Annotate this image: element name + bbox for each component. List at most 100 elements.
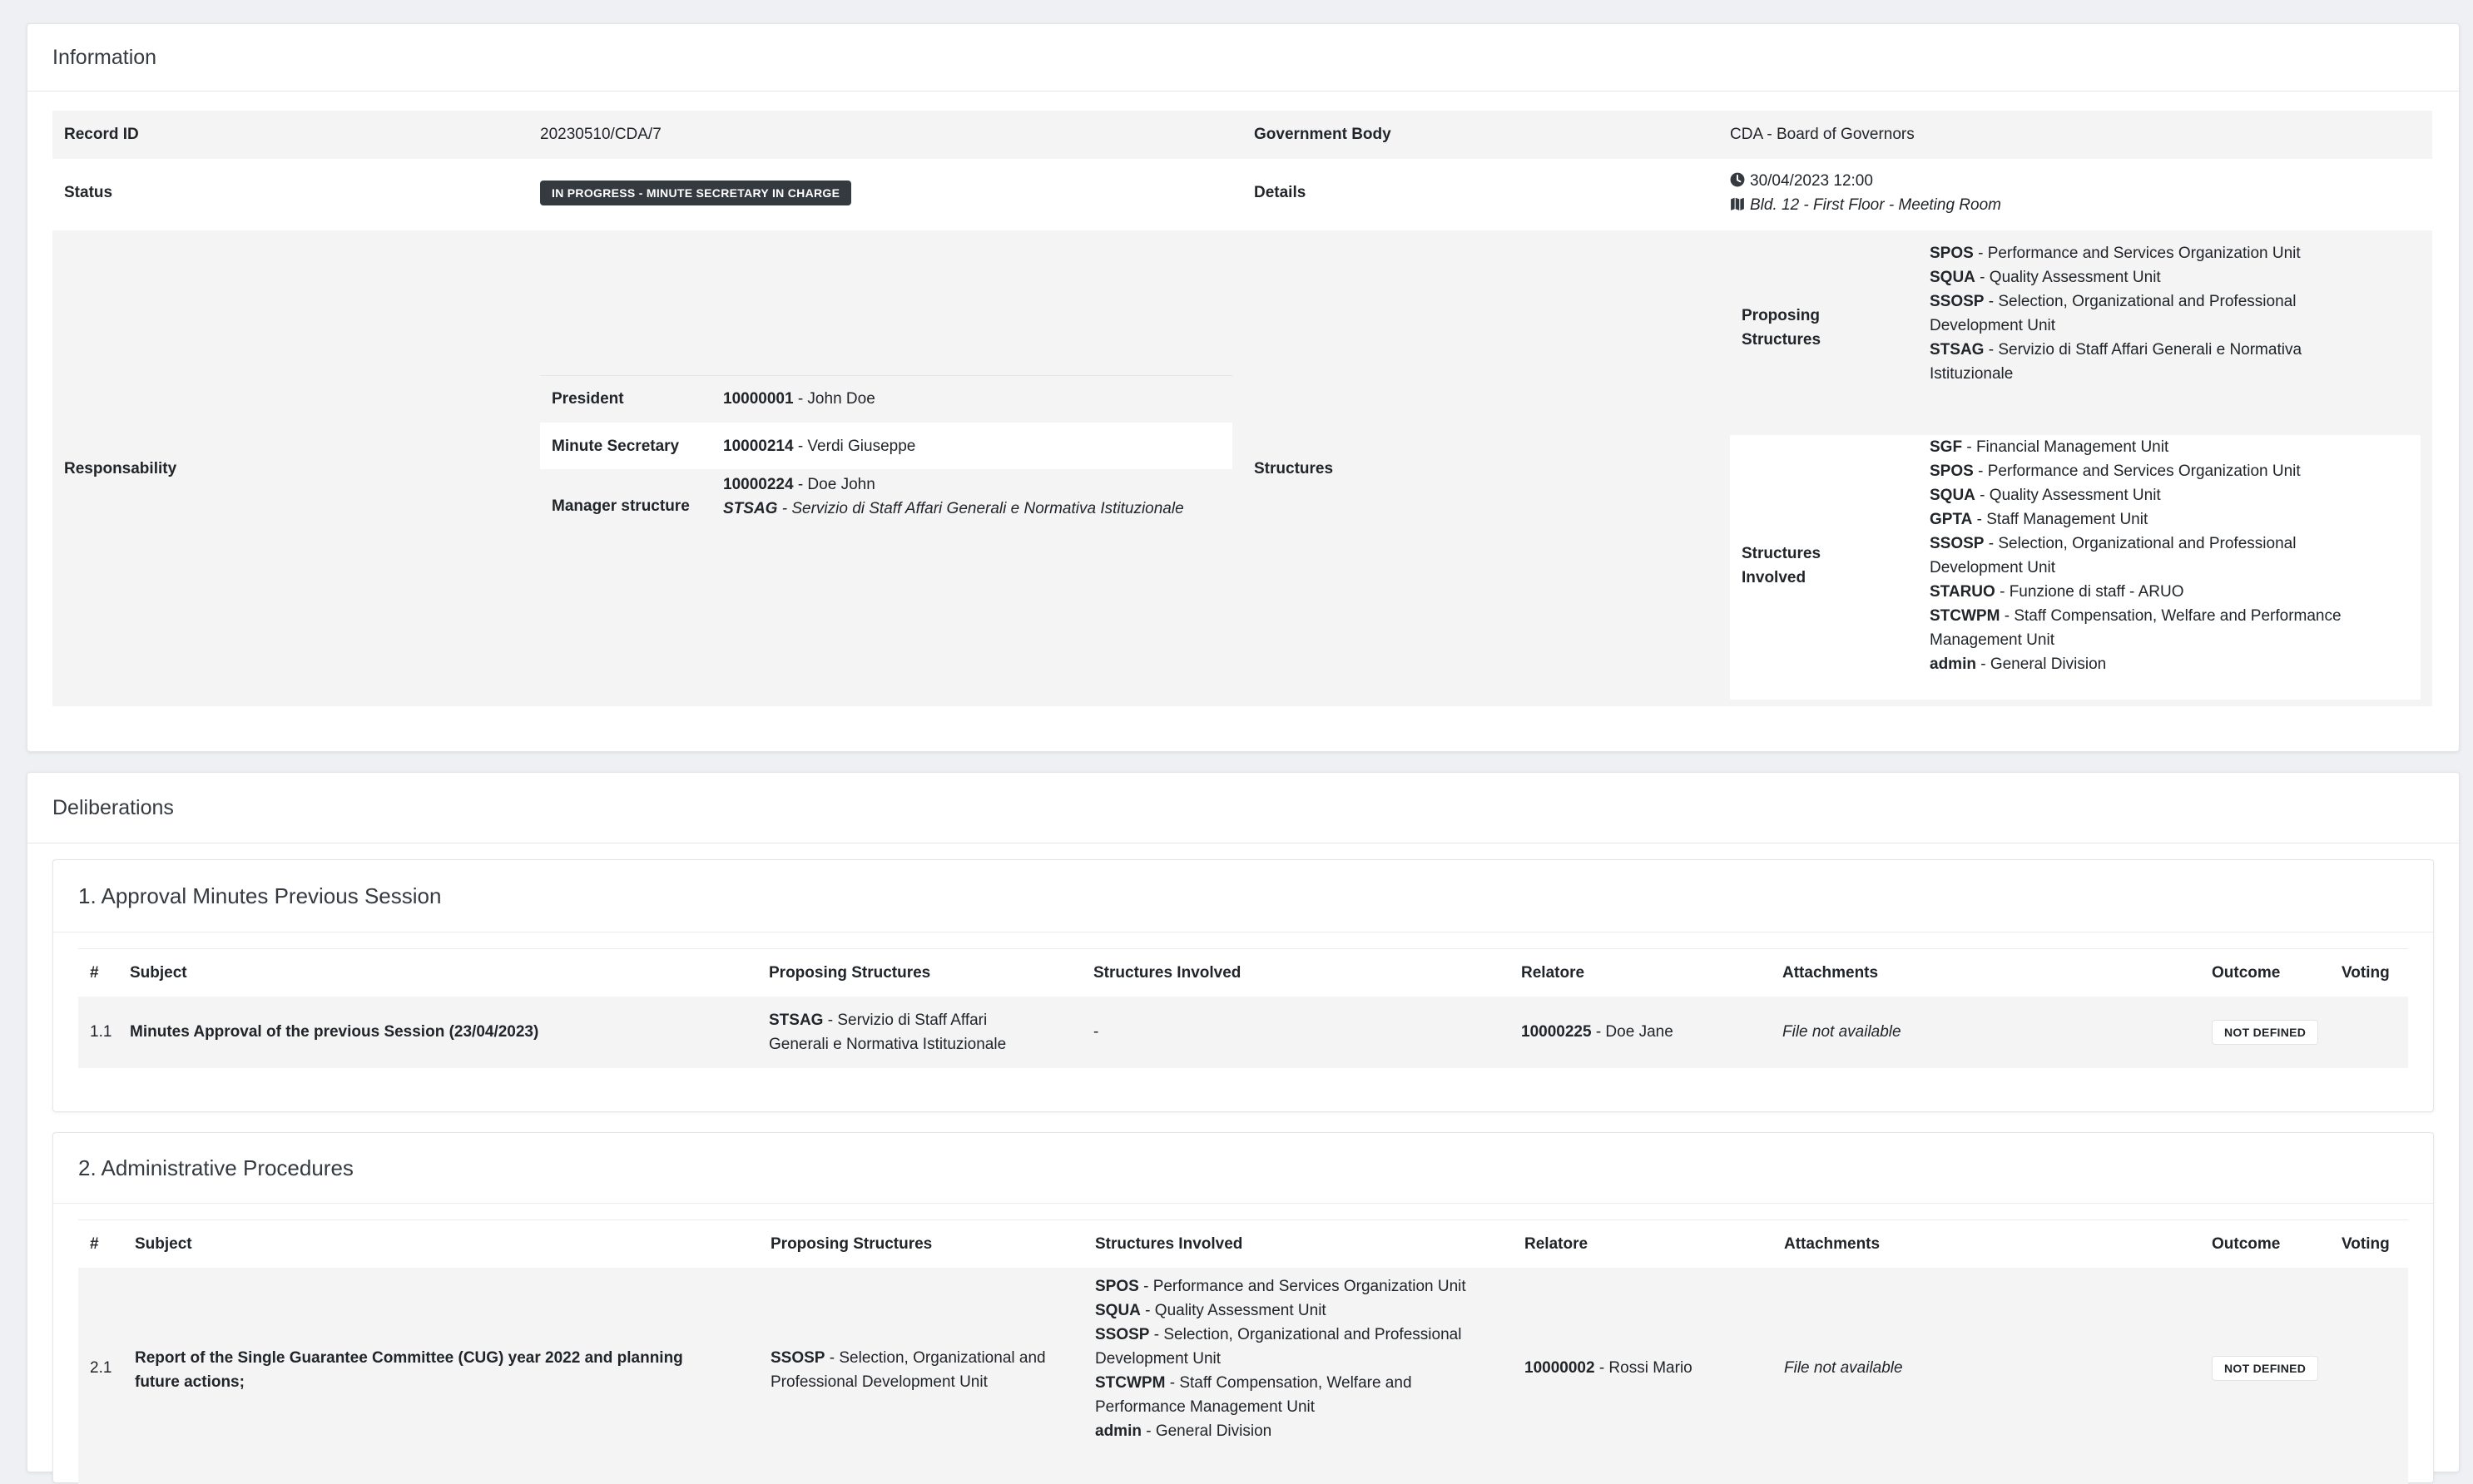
manager-code: 10000224 <box>723 476 794 493</box>
proposing-label: Proposing Structures <box>1742 304 1821 352</box>
struct-code: SQUA <box>1930 487 1975 504</box>
col-involved: Structures Involved <box>1095 1235 1243 1253</box>
manager-label: Manager structure <box>552 497 690 515</box>
struct-code: admin <box>1095 1422 1142 1440</box>
deliberation-section-1: 1. Approval Minutes Previous Session # S… <box>52 859 2434 1112</box>
details-label: Details <box>1254 184 1306 201</box>
struct-name: - Staff Management Unit <box>1972 511 2148 528</box>
deliberations-header: Deliberations <box>27 773 2459 843</box>
list-item: SGF - Financial Management Unit <box>1930 435 2342 459</box>
record-id-row <box>52 111 2432 159</box>
secretary-value: 10000214 - Verdi Giuseppe <box>723 438 915 456</box>
list-item: SSOSP - Selection, Organizational and Pr… <box>1930 532 2342 556</box>
list-item-cont: Management Unit <box>1930 631 2054 649</box>
struct-code: admin <box>1930 655 1976 673</box>
president-row <box>540 376 1232 423</box>
struct-code: SPOS <box>1095 1278 1139 1295</box>
col-involved: Structures Involved <box>1093 964 1241 982</box>
col-proposing: Proposing Structures <box>769 964 931 982</box>
proposing-label-l2: Structures <box>1742 331 1821 349</box>
proposing-label-l1: Proposing <box>1742 307 1820 324</box>
row-involved: SPOS - Performance and Services Organiza… <box>1095 1274 1466 1443</box>
outcome-badge: NOT DEFINED <box>2212 1356 2319 1381</box>
row-relatore-code: 10000225 <box>1521 1023 1592 1041</box>
row-proposing-l1: - Servizio di Staff Affari <box>823 1012 988 1029</box>
struct-name: - Selection, Organizational and Professi… <box>1149 1326 1462 1343</box>
struct-code: SGF <box>1930 438 1963 456</box>
president-code: 10000001 <box>723 390 794 408</box>
row-attachments: File not available <box>1784 1359 1903 1377</box>
struct-code: SQUA <box>1930 269 1975 286</box>
list-item: STCWPM - Staff Compensation, Welfare and <box>1095 1371 1466 1395</box>
information-card: Information Record ID 20230510/CDA/7 Gov… <box>27 23 2460 752</box>
row-subject: Minutes Approval of the previous Session… <box>130 1023 539 1041</box>
list-item: STCWPM - Staff Compensation, Welfare and… <box>1930 604 2342 628</box>
row-subject-l2: future actions; <box>135 1373 245 1391</box>
row-proposing-l2: Generali e Normativa Istituzionale <box>769 1036 1007 1053</box>
table-row[interactable]: 2.1 Report of the Single Guarantee Commi… <box>78 1268 2408 1484</box>
col-outcome: Outcome <box>2212 964 2281 982</box>
structures-table: Proposing Structures SPOS - Performance … <box>1730 239 2421 700</box>
status-label: Status <box>64 184 113 201</box>
row-attachments: File not available <box>1782 1023 1901 1041</box>
list-item-cont: Development Unit <box>1095 1350 1222 1368</box>
information-header: Information <box>27 24 2459 92</box>
row-involved: - <box>1093 1023 1099 1041</box>
col-voting: Voting <box>2342 1235 2390 1253</box>
list-item: SQUA - Quality Assessment Unit <box>1930 265 2302 289</box>
secretary-code: 10000214 <box>723 438 794 455</box>
col-voting: Voting <box>2342 964 2390 982</box>
col-attachments: Attachments <box>1782 964 1879 982</box>
struct-code: GPTA <box>1930 511 1973 528</box>
deliberation-section-2: 2. Administrative Procedures # Subject P… <box>52 1132 2434 1484</box>
row-subject-l1: Report of the Single Guarantee Committee… <box>135 1349 683 1367</box>
row-outcome: NOT DEFINED <box>2212 1020 2319 1045</box>
section-title: 1. Approval Minutes Previous Session <box>53 860 2433 932</box>
row-num: 1.1 <box>90 1023 112 1041</box>
list-item: SPOS - Performance and Services Organiza… <box>1930 459 2342 483</box>
row-relatore-name: - Rossi Mario <box>1594 1359 1692 1377</box>
row-relatore: 10000002 - Rossi Mario <box>1524 1359 1692 1378</box>
details-datetime: 30/04/2023 12:00 <box>1730 169 1873 193</box>
col-subject: Subject <box>135 1235 192 1253</box>
row-num: 2.1 <box>90 1359 112 1377</box>
record-id-value: 20230510/CDA/7 <box>540 126 662 143</box>
struct-name: - Performance and Services Organization … <box>1973 245 2301 262</box>
outcome-badge: NOT DEFINED <box>2212 1020 2319 1045</box>
list-item-cont: Development Unit <box>1930 317 2056 334</box>
struct-name: - General Division <box>1975 655 2107 673</box>
list-item-cont: Development Unit <box>1930 559 2056 576</box>
involved-label: Structures Involved <box>1742 542 1821 590</box>
struct-code: SPOS <box>1930 463 1974 480</box>
row-proposing-code: STSAG <box>769 1012 824 1029</box>
table-row[interactable]: 1.1 Minutes Approval of the previous Ses… <box>78 997 2408 1068</box>
list-item: admin - General Division <box>1095 1419 1466 1443</box>
struct-name: - Funzione di staff - ARUO <box>1995 583 2184 601</box>
row-proposing-l1: - Selection, Organizational and <box>825 1349 1046 1367</box>
row-proposing-l2: Professional Development Unit <box>771 1373 988 1391</box>
list-item: SQUA - Quality Assessment Unit <box>1930 483 2342 507</box>
manager-name: - Doe John <box>793 476 875 493</box>
list-item: STARUO - Funzione di staff - ARUO <box>1930 580 2342 604</box>
list-item-cont: Istituzionale <box>1930 365 2014 383</box>
row-proposing: STSAG - Servizio di Staff Affari General… <box>769 1008 1006 1056</box>
structures-label: Structures <box>1254 460 1334 477</box>
status-wrap: IN PROGRESS - MINUTE SECRETARY IN CHARGE <box>540 181 852 205</box>
row-proposing: SSOSP - Selection, Organizational and Pr… <box>771 1346 1046 1394</box>
manager-struct-code: STSAG <box>723 500 778 517</box>
list-item: admin - General Division <box>1930 652 2342 676</box>
list-item: SPOS - Performance and Services Organiza… <box>1930 241 2302 265</box>
row-relatore-name: - Doe Jane <box>1591 1023 1673 1041</box>
manager-struct-name: - Servizio di Staff Affari Generali e No… <box>777 500 1184 517</box>
list-item: GPTA - Staff Management Unit <box>1930 507 2342 532</box>
row-subject: Report of the Single Guarantee Committee… <box>135 1346 683 1394</box>
struct-code: STCWPM <box>1930 607 2000 625</box>
gov-body-label: Government Body <box>1254 126 1391 143</box>
details-location: Bld. 12 - First Floor - Meeting Room <box>1730 193 2001 217</box>
struct-name: - Selection, Organizational and Professi… <box>1984 293 2297 310</box>
involved-list: SGF - Financial Management Unit SPOS - P… <box>1930 435 2342 676</box>
list-item: SQUA - Quality Assessment Unit <box>1095 1298 1466 1323</box>
struct-code: SSOSP <box>1095 1326 1150 1343</box>
struct-name: - Staff Compensation, Welfare and Perfor… <box>2000 607 2342 625</box>
struct-code: SSOSP <box>1930 535 1985 552</box>
